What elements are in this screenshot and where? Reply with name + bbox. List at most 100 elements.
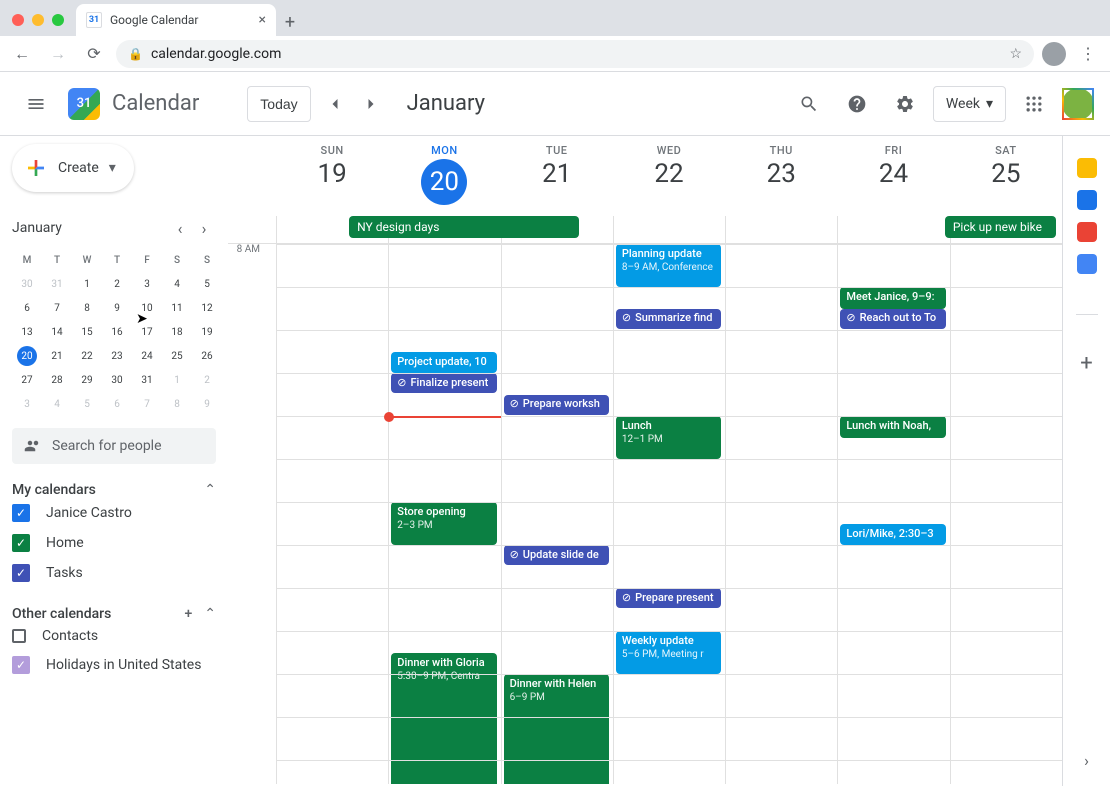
mini-day-cell[interactable]: 9 xyxy=(192,392,222,416)
calendar-event[interactable]: ⊘Prepare present xyxy=(616,588,721,608)
mini-day-cell[interactable]: 8 xyxy=(162,392,192,416)
window-maximize[interactable] xyxy=(52,14,64,26)
new-tab-button[interactable]: + xyxy=(276,8,304,36)
allday-event[interactable]: Pick up new bike xyxy=(945,216,1056,238)
calendar-toggle[interactable]: ✓Holidays in United States xyxy=(12,650,216,680)
calendar-event[interactable]: Lunch with Noah, xyxy=(840,416,945,438)
my-calendars-header[interactable]: My calendars ⌃ xyxy=(12,482,216,498)
calendar-event[interactable]: ⊘Summarize find xyxy=(616,309,721,329)
calendar-event[interactable]: Lori/Mike, 2:30–3 xyxy=(840,524,945,546)
mini-day-cell[interactable]: 11 xyxy=(162,296,192,320)
add-addon-button[interactable]: + xyxy=(1067,343,1107,383)
mini-day-cell[interactable]: 19 xyxy=(192,320,222,344)
mini-day-cell[interactable]: 8 xyxy=(72,296,102,320)
calendar-event[interactable]: Meet Janice, 9–9: xyxy=(840,287,945,309)
day-header[interactable]: SUN19 xyxy=(276,136,388,216)
support-button[interactable] xyxy=(837,84,877,124)
mini-day-cell[interactable]: 27 xyxy=(12,368,42,392)
mini-day-cell[interactable]: 28 xyxy=(42,368,72,392)
view-selector[interactable]: Week ▾ xyxy=(933,86,1006,122)
keep-icon[interactable] xyxy=(1077,158,1097,178)
mini-day-cell[interactable]: 29 xyxy=(72,368,102,392)
mini-day-cell[interactable]: 25 xyxy=(162,344,192,368)
mini-day-cell[interactable]: 7 xyxy=(132,392,162,416)
mini-day-cell[interactable]: 30 xyxy=(12,272,42,296)
tasks-icon[interactable] xyxy=(1077,190,1097,210)
mini-day-cell[interactable]: 5 xyxy=(192,272,222,296)
calendar-toggle[interactable]: ✓Tasks xyxy=(12,558,216,588)
mini-day-cell[interactable]: 6 xyxy=(102,392,132,416)
window-close[interactable] xyxy=(12,14,24,26)
mini-day-cell[interactable]: 23 xyxy=(102,344,132,368)
mini-day-cell[interactable]: 21 xyxy=(42,344,72,368)
prev-period-button[interactable] xyxy=(319,88,351,120)
today-button[interactable]: Today xyxy=(247,86,310,122)
mini-day-cell[interactable]: 2 xyxy=(102,272,132,296)
contacts-icon[interactable] xyxy=(1077,254,1097,274)
calendar-event[interactable]: ⊘Reach out to To xyxy=(840,309,945,329)
mini-day-cell[interactable]: 24 xyxy=(132,344,162,368)
mini-day-cell[interactable]: 4 xyxy=(42,392,72,416)
mini-day-cell[interactable]: 30 xyxy=(102,368,132,392)
mini-day-cell[interactable]: 17 xyxy=(132,320,162,344)
mini-day-cell[interactable]: 7 xyxy=(42,296,72,320)
mini-day-cell[interactable]: 3 xyxy=(132,272,162,296)
side-panel-toggle[interactable]: › xyxy=(1084,751,1089,770)
browser-tab[interactable]: 31 Google Calendar × xyxy=(76,4,276,36)
window-minimize[interactable] xyxy=(32,14,44,26)
mini-day-cell[interactable]: 26 xyxy=(192,344,222,368)
calendar-event[interactable]: Dinner with Gloria5:30–9 PM, Centra xyxy=(391,653,496,785)
account-avatar[interactable] xyxy=(1062,88,1094,120)
day-header[interactable]: THU23 xyxy=(725,136,837,216)
mini-day-cell[interactable]: 20 xyxy=(17,346,37,366)
add-calendar-icon[interactable]: + xyxy=(184,606,192,622)
mini-day-cell[interactable]: 10 xyxy=(132,296,162,320)
mini-day-cell[interactable]: 2 xyxy=(192,368,222,392)
mini-day-cell[interactable]: 31 xyxy=(42,272,72,296)
chrome-profile-avatar[interactable] xyxy=(1042,42,1066,66)
mini-day-cell[interactable]: 15 xyxy=(72,320,102,344)
day-header[interactable]: SAT25 xyxy=(950,136,1062,216)
calendar-toggle[interactable]: ✓Janice Castro xyxy=(12,498,216,528)
allday-event[interactable]: NY design days xyxy=(349,216,579,238)
browser-back-button[interactable]: ← xyxy=(8,40,36,68)
settings-button[interactable] xyxy=(885,84,925,124)
mini-prev-month[interactable]: ‹ xyxy=(168,216,192,240)
calendar-event[interactable]: Store opening2–3 PM xyxy=(391,502,496,545)
day-header[interactable]: MON20 xyxy=(388,136,500,216)
mini-day-cell[interactable]: 31 xyxy=(132,368,162,392)
mini-day-cell[interactable]: 1 xyxy=(162,368,192,392)
main-menu-button[interactable] xyxy=(16,84,56,124)
address-bar[interactable]: 🔒 calendar.google.com ☆ xyxy=(116,40,1034,68)
calendar-toggle[interactable]: ✓Home xyxy=(12,528,216,558)
create-button[interactable]: Create ▾ xyxy=(12,144,134,192)
calendar-event[interactable]: ⊘Finalize present xyxy=(391,373,496,393)
maps-icon[interactable] xyxy=(1077,222,1097,242)
mini-day-cell[interactable]: 4 xyxy=(162,272,192,296)
mini-day-cell[interactable]: 12 xyxy=(192,296,222,320)
day-header[interactable]: FRI24 xyxy=(837,136,949,216)
calendar-event[interactable]: Planning update8–9 AM, Conference xyxy=(616,244,721,287)
chrome-menu-icon[interactable]: ⋮ xyxy=(1074,40,1102,68)
calendar-event[interactable]: Lunch12–1 PM xyxy=(616,416,721,459)
bookmark-icon[interactable]: ☆ xyxy=(1009,46,1022,62)
browser-reload-button[interactable]: ⟳ xyxy=(80,40,108,68)
calendar-event[interactable]: Project update, 10 xyxy=(391,352,496,374)
calendar-event[interactable]: Weekly update5–6 PM, Meeting r xyxy=(616,631,721,674)
mini-next-month[interactable]: › xyxy=(192,216,216,240)
search-people-input[interactable]: Search for people xyxy=(12,428,216,464)
browser-forward-button[interactable]: → xyxy=(44,40,72,68)
calendar-event[interactable]: ⊘Prepare worksh xyxy=(504,395,609,415)
mini-day-cell[interactable]: 22 xyxy=(72,344,102,368)
mini-day-cell[interactable]: 1 xyxy=(72,272,102,296)
next-period-button[interactable] xyxy=(355,88,387,120)
calendar-event[interactable]: ⊘Update slide de xyxy=(504,545,609,565)
calendar-event[interactable]: Dinner with Helen6–9 PM xyxy=(504,674,609,784)
search-button[interactable] xyxy=(789,84,829,124)
mini-day-cell[interactable]: 16 xyxy=(102,320,132,344)
close-tab-icon[interactable]: × xyxy=(259,12,266,28)
day-header[interactable]: TUE21 xyxy=(501,136,613,216)
mini-day-cell[interactable]: 14 xyxy=(42,320,72,344)
calendar-toggle[interactable]: Contacts xyxy=(12,622,216,650)
mini-day-cell[interactable]: 13 xyxy=(12,320,42,344)
